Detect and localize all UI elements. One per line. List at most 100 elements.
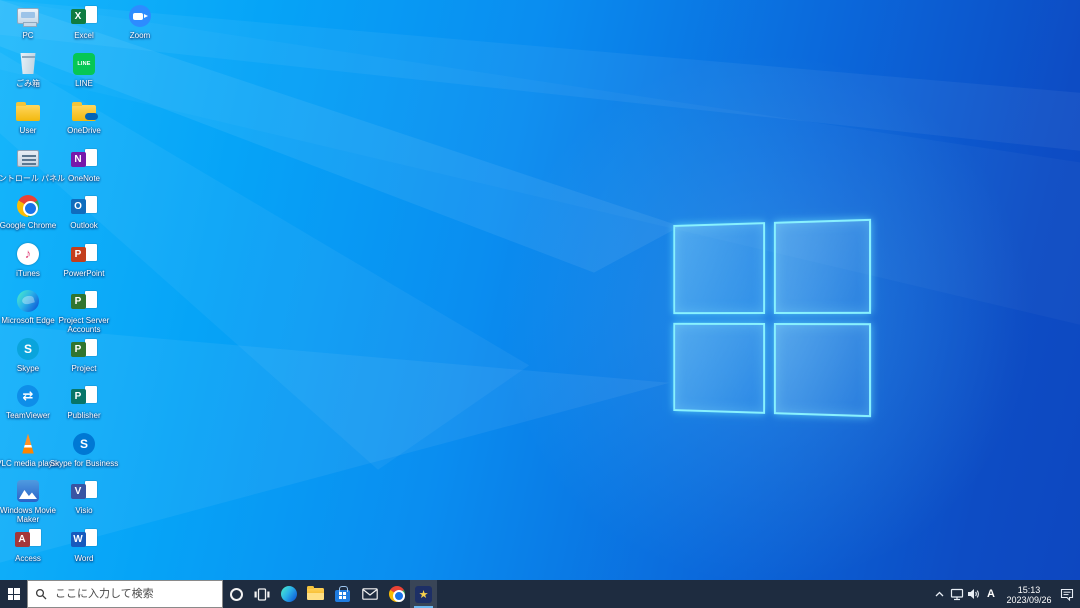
icon-label: User — [20, 126, 37, 135]
desktop-icon-itunes[interactable]: ♪ iTunes — [0, 242, 56, 278]
line-icon: LINE — [73, 53, 95, 75]
notification-center-button[interactable] — [1058, 580, 1075, 608]
desktop-icon-pc[interactable]: PC — [0, 4, 56, 40]
windows-logo-pane — [773, 219, 871, 314]
desktop-icon-chrome[interactable]: Google Chrome — [0, 194, 56, 230]
taskbar-search[interactable] — [27, 580, 223, 608]
taskbar-app-store[interactable] — [329, 580, 356, 608]
icon-label: Zoom — [130, 31, 150, 40]
chrome-icon — [17, 195, 39, 217]
cortana-button[interactable] — [223, 580, 249, 608]
icon-label: Skype — [17, 364, 39, 373]
edge-icon — [17, 290, 39, 312]
light-ray — [0, 0, 1080, 580]
desktop-icon-skype[interactable]: S Skype — [0, 337, 56, 373]
itunes-icon: ♪ — [17, 243, 39, 265]
taskbar-app-active[interactable]: ★ — [410, 580, 437, 608]
icon-label: Publisher — [67, 411, 100, 420]
control-panel-icon — [17, 150, 39, 167]
taskbar-app-mail[interactable] — [356, 580, 383, 608]
desktop-icon-line[interactable]: LINE LINE — [56, 52, 112, 88]
taskbar-app-edge[interactable] — [275, 580, 302, 608]
mail-icon — [362, 588, 378, 600]
light-ray — [0, 0, 1080, 580]
taskbar-app-chrome[interactable] — [383, 580, 410, 608]
teamviewer-icon: ⇄ — [17, 385, 39, 407]
light-ray — [0, 0, 1080, 580]
project-server-icon: P — [71, 291, 98, 311]
onenote-icon: N — [71, 149, 98, 169]
movie-maker-icon — [17, 480, 39, 502]
powerpoint-icon: P — [71, 244, 98, 264]
desktop-icon-skype-for-business[interactable]: S Skype for Business — [56, 432, 112, 468]
taskbar-clock[interactable]: 15:13 2023/09/26 — [1000, 584, 1058, 605]
desktop-icon-access[interactable]: A Access — [0, 527, 56, 563]
icon-label: Skype for Business — [50, 459, 118, 468]
clock-time: 15:13 — [1000, 585, 1058, 595]
desktop-icon-excel[interactable]: X Excel — [56, 4, 112, 40]
start-button[interactable] — [0, 580, 27, 608]
desktop-icon-vlc[interactable]: VLC media player — [0, 432, 56, 468]
publisher-icon: P — [71, 386, 98, 406]
excel-icon: X — [71, 6, 98, 26]
search-icon — [35, 588, 47, 600]
desktop-icon-publisher[interactable]: P Publisher — [56, 384, 112, 420]
tray-network-button[interactable] — [948, 580, 965, 608]
icon-label: Outlook — [70, 221, 98, 230]
icon-label: Project Server Accounts — [46, 316, 122, 334]
project-icon: P — [71, 339, 98, 359]
light-ray — [0, 0, 1080, 580]
desktop-icon-teamviewer[interactable]: ⇄ TeamViewer — [0, 384, 56, 420]
icon-label: TeamViewer — [6, 411, 50, 420]
desktop-icon-zoom[interactable]: Zoom — [112, 4, 168, 40]
windows-logo-pane — [673, 322, 764, 414]
access-icon: A — [15, 529, 42, 549]
desktop-icon-visio[interactable]: V Visio — [56, 479, 112, 515]
light-ray — [0, 0, 1080, 580]
icon-label: Project — [72, 364, 97, 373]
desktop-icon-onenote[interactable]: N OneNote — [56, 147, 112, 183]
desktop-wallpaper: PC X Excel Zoom ごみ箱 LINE LINE User OneDr… — [0, 0, 1080, 580]
desktop-icon-user-folder[interactable]: User — [0, 99, 56, 135]
skype-for-business-icon: S — [73, 433, 95, 455]
ime-indicator[interactable]: A — [982, 588, 1000, 600]
desktop-icon-project-server-accounts[interactable]: P Project Server Accounts — [56, 289, 112, 334]
icon-label: Access — [15, 554, 41, 563]
search-input[interactable] — [53, 587, 215, 601]
onedrive-icon — [72, 105, 96, 121]
icon-label: Visio — [75, 506, 92, 515]
windows-logo-pane — [773, 323, 871, 418]
cortana-icon — [230, 588, 243, 601]
taskbar-app-file-explorer[interactable] — [302, 580, 329, 608]
icon-label: iTunes — [16, 269, 40, 278]
windows-start-icon — [8, 588, 20, 600]
desktop-icon-recycle-bin[interactable]: ごみ箱 — [0, 52, 56, 88]
desktop-icon-movie-maker[interactable]: Windows Movie Maker — [0, 479, 56, 524]
microsoft-store-icon — [335, 590, 350, 602]
speaker-icon — [967, 588, 980, 600]
icon-label: PowerPoint — [64, 269, 105, 278]
tray-volume-button[interactable] — [965, 580, 982, 608]
taskbar-apps: ★ — [275, 580, 437, 608]
pc-icon — [17, 8, 39, 24]
file-explorer-icon — [307, 588, 324, 600]
zoom-icon — [129, 5, 151, 27]
outlook-icon: O — [71, 196, 98, 216]
icon-label: LINE — [75, 79, 93, 88]
desktop-icon-onedrive[interactable]: OneDrive — [56, 99, 112, 135]
icon-label: OneNote — [68, 174, 100, 183]
desktop-icon-project[interactable]: P Project — [56, 337, 112, 373]
recycle-bin-icon — [20, 53, 37, 74]
chrome-icon — [389, 586, 405, 602]
star-app-icon: ★ — [415, 586, 432, 603]
task-view-button[interactable] — [249, 580, 275, 608]
tray-chevron-button[interactable] — [931, 580, 948, 608]
taskbar: ★ A 15:13 2023/09/26 — [0, 580, 1080, 608]
desktop-icon-control-panel[interactable]: コントロール パネル — [0, 147, 56, 183]
icon-label: Excel — [74, 31, 94, 40]
desktop-icon-outlook[interactable]: O Outlook — [56, 194, 112, 230]
desktop-icon-powerpoint[interactable]: P PowerPoint — [56, 242, 112, 278]
skype-icon: S — [17, 338, 39, 360]
folder-icon — [16, 105, 40, 121]
desktop-icon-word[interactable]: W Word — [56, 527, 112, 563]
